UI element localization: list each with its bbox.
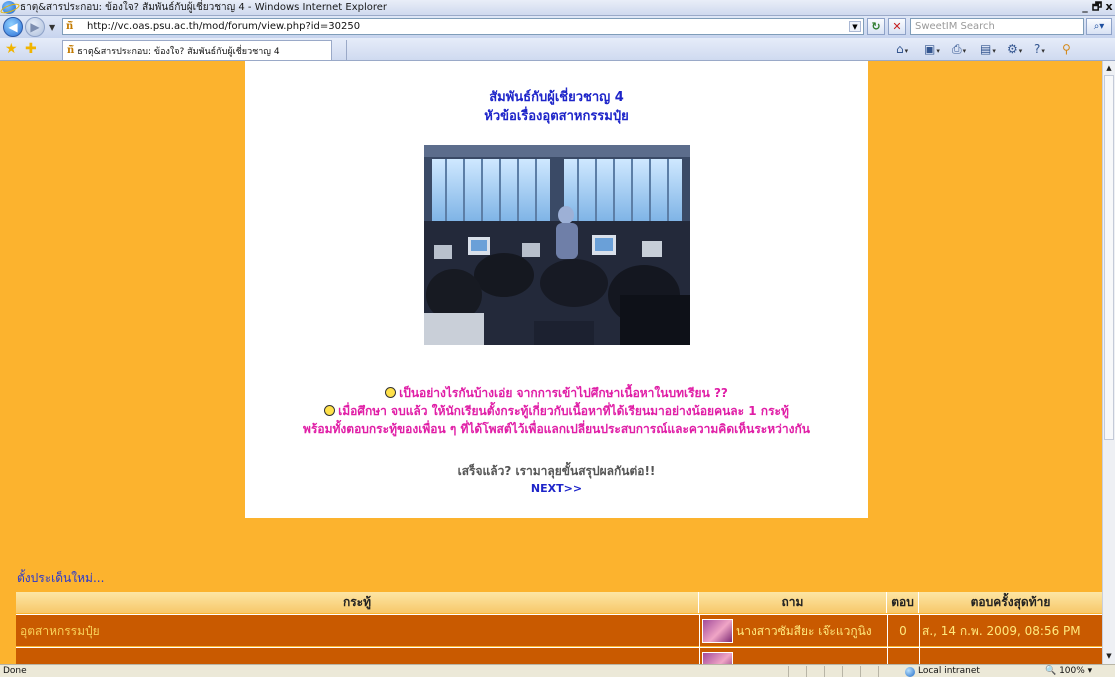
globe-icon — [905, 666, 915, 677]
topic-link[interactable]: อุตสาหกรรมปุ๋ย — [20, 615, 100, 647]
header-topic[interactable]: กระทู้ — [16, 592, 699, 613]
avatar[interactable] — [702, 619, 733, 643]
status-text: Done — [3, 666, 27, 676]
zone-label: Local intranet — [918, 666, 980, 676]
instruction-text-1: เป็นอย่างไรกันบ้างเอ่ย จากการเข้าไปศึกษา… — [399, 386, 728, 400]
feeds-icon[interactable]: ▣▾ — [924, 41, 940, 58]
next-link[interactable]: NEXT>> — [245, 482, 868, 495]
asker-name-link[interactable]: นางสาวซัมสียะ เจ๊ะแวกูนิง — [736, 615, 872, 647]
instruction-line-1: เป็นอย่างไรกันบ้างเอ่ย จากการเข้าไปศึกษา… — [245, 384, 868, 403]
refresh-button[interactable]: ↻ — [867, 18, 885, 35]
table-row: อุตสาหกรรมปุ๋ย นางสาวซัมสียะ เจ๊ะแวกูนิง… — [16, 614, 1102, 647]
vertical-scrollbar[interactable]: ▲ ▼ — [1102, 61, 1115, 664]
lesson-title: สัมพันธ์กับผู้เชี่ยวชาญ 4 — [489, 90, 624, 105]
zoom-label: 100% — [1059, 666, 1085, 676]
instruction-line-3: พร้อมทั้งตอบกระทู้ของเพื่อน ๆ ที่ได้โพสต… — [303, 422, 810, 436]
forward-button[interactable]: ▶ — [25, 17, 45, 37]
scroll-up-icon[interactable]: ▲ — [1103, 62, 1115, 74]
tab-current[interactable]: ñ̃ ธาตุ&สารประกอบ: ข้องใจ? สัมพันธ์กับผู… — [62, 40, 332, 60]
classroom-photo — [424, 145, 690, 345]
minimize-button[interactable]: _ — [1079, 0, 1091, 15]
tab-title: ธาตุ&สารประกอบ: ข้องใจ? สัมพันธ์กับผู้เช… — [77, 46, 280, 57]
new-tab-button[interactable] — [333, 40, 347, 60]
home-icon[interactable]: ⌂▾ — [896, 41, 908, 58]
add-favorites-icon[interactable]: ✚ — [25, 41, 37, 57]
header-asker[interactable]: ถาม — [699, 592, 887, 613]
recent-pages-dropdown[interactable]: ▼ — [49, 23, 55, 32]
page-menu-icon[interactable]: ▤▾ — [980, 41, 996, 58]
page-content: สัมพันธ์กับผู้เชี่ยวชาญ 4 หัวข้อเรื่องอุ… — [0, 61, 1102, 664]
title-bar: ธาตุ&สารประกอบ: ข้องใจ? สัมพันธ์กับผู้เช… — [0, 0, 1115, 16]
scroll-down-icon[interactable]: ▼ — [1103, 650, 1115, 662]
research-icon[interactable]: ⚲ — [1062, 41, 1071, 58]
favorites-star-icon[interactable]: ★ — [5, 41, 18, 57]
table-row — [16, 647, 1102, 664]
tab-bar: ★ ✚ ñ̃ ธาตุ&สารประกอบ: ข้องใจ? สัมพันธ์ก… — [0, 38, 1115, 61]
address-dropdown-button[interactable]: ▼ — [849, 21, 861, 32]
maximize-button[interactable]: 🗗 — [1091, 0, 1103, 15]
reply-count: 0 — [899, 624, 907, 638]
scroll-thumb[interactable] — [1104, 75, 1114, 440]
security-zone[interactable]: Local intranet — [905, 665, 980, 677]
lesson-card: สัมพันธ์กับผู้เชี่ยวชาญ 4 หัวข้อเรื่องอุ… — [245, 61, 868, 518]
window-title: ธาตุ&สารประกอบ: ข้องใจ? สัมพันธ์กับผู้เช… — [20, 2, 388, 13]
last-reply-link[interactable]: ส., 14 ก.พ. 2009, 08:56 PM — [922, 615, 1081, 647]
table-header: กระทู้ ถาม ตอบ ตอบครั้งสุดท้าย — [16, 592, 1102, 613]
instruction-text-2: เมื่อศึกษา จบแล้ว ให้นักเรียนตั้งกระทู้เ… — [338, 404, 789, 418]
site-favicon-icon: ñ̃ — [66, 20, 74, 32]
ie-logo-icon — [2, 1, 16, 14]
tools-gear-icon[interactable]: ⚙▾ — [1007, 41, 1022, 58]
new-topic-link[interactable]: ตั้งประเด็นใหม่... — [17, 569, 104, 588]
close-button[interactable]: x — [1103, 0, 1115, 15]
avatar[interactable] — [702, 652, 733, 664]
instruction-line-2: เมื่อศึกษา จบแล้ว ให้นักเรียนตั้งกระทู้เ… — [245, 402, 868, 421]
tab-favicon-icon: ñ̃ — [67, 45, 75, 56]
status-bar: Done Local intranet 🔍 100% ▾ — [0, 664, 1115, 677]
back-button[interactable]: ◀ — [3, 17, 23, 37]
stop-button[interactable]: ✕ — [888, 18, 906, 35]
print-icon[interactable]: ⎙▾ — [952, 41, 966, 58]
smiley-icon — [385, 387, 397, 398]
url-text: http://vc.oas.psu.ac.th/mod/forum/view.p… — [87, 21, 361, 32]
ie-window: ธาตุ&สารประกอบ: ข้องใจ? สัมพันธ์กับผู้เช… — [0, 0, 1115, 677]
help-icon[interactable]: ?▾ — [1034, 41, 1045, 58]
header-last-reply[interactable]: ตอบครั้งสุดท้าย — [919, 592, 1102, 613]
address-field[interactable]: ñ̃ http://vc.oas.psu.ac.th/mod/forum/vie… — [62, 18, 864, 35]
address-bar: ◀ ▶ ▼ ñ̃ http://vc.oas.psu.ac.th/mod/for… — [0, 16, 1115, 38]
zoom-level[interactable]: 🔍 100% ▾ — [1045, 665, 1092, 677]
done-text: เสร็จแล้ว? เรามาลุยขั้นสรุปผลกันต่อ!! — [457, 464, 656, 478]
search-icon[interactable]: ⌕▾ — [1086, 18, 1112, 35]
header-replies[interactable]: ตอบ — [887, 592, 919, 613]
smiley-icon — [324, 405, 336, 416]
lesson-subtitle: หัวข้อเรื่องอุตสาหกรรมปุ๋ย — [484, 109, 629, 124]
search-input[interactable]: SweetIM Search — [910, 18, 1084, 35]
